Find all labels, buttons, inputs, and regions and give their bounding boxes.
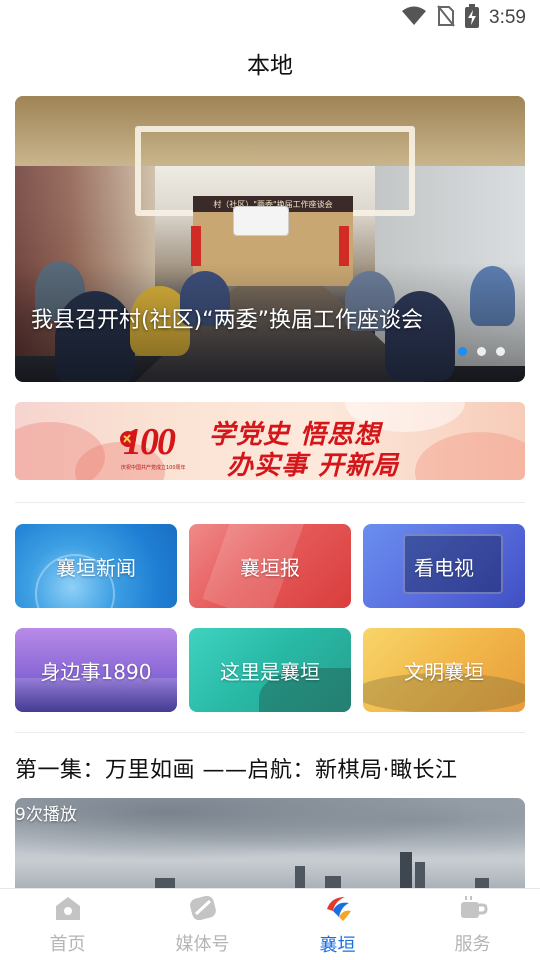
promo-line-2: 办实事 开新局 <box>227 451 400 480</box>
tile-label: 襄垣新闻 <box>56 555 136 580</box>
carousel-dot-2[interactable] <box>477 347 486 356</box>
tile-this-is-xiangyuan[interactable]: 这里是襄垣 <box>189 628 351 712</box>
wifi-icon <box>401 6 427 30</box>
tile-label: 身边事1890 <box>40 659 152 684</box>
banner-title[interactable]: 我县召开村(社区)“两委”换届工作座谈会 <box>31 302 423 334</box>
tile-label: 看电视 <box>414 555 474 580</box>
divider <box>15 502 525 503</box>
tab-xiangyuan[interactable]: 襄垣 <box>270 889 405 960</box>
xiangyuan-logo-icon <box>323 893 353 927</box>
carousel-dot-1[interactable] <box>458 347 467 356</box>
status-time: 3:59 <box>489 7 526 28</box>
video-title[interactable]: 第一集：万里如画 ——启航：新棋局·瞰长江 <box>15 752 458 784</box>
page-title: 本地 <box>247 53 293 79</box>
no-sim-icon <box>437 5 455 31</box>
tab-label: 媒体号 <box>175 933 230 955</box>
carousel-indicator <box>458 347 505 356</box>
play-count: 9次播放 <box>15 805 77 825</box>
tile-xiangyuan-paper[interactable]: 襄垣报 <box>189 524 351 608</box>
tile-label: 文明襄垣 <box>404 659 484 684</box>
tab-label: 服务 <box>454 933 491 955</box>
tab-label: 首页 <box>49 933 86 955</box>
flag-left <box>191 226 201 266</box>
tab-media[interactable]: 媒体号 <box>135 889 270 960</box>
tile-watch-tv[interactable]: 看电视 <box>363 524 525 608</box>
carousel-dot-3[interactable] <box>496 347 505 356</box>
status-bar: 3:59 <box>0 0 540 36</box>
tab-home[interactable]: 首页 <box>0 889 135 960</box>
promo-100-badge: 100 <box>123 421 176 463</box>
flag-right <box>339 226 349 266</box>
promo-subtitle: 庆祝中国共产党成立100周年 <box>121 465 186 471</box>
banner-carousel[interactable]: 村（社区）"两委"换届工作座谈会 我县召开村(社区)“两委”换届工作座谈会 <box>15 96 525 382</box>
tile-label: 襄垣报 <box>240 555 300 580</box>
battery-charging-icon <box>465 4 480 32</box>
banner-photo-projector <box>233 206 289 236</box>
tile-local-events-1890[interactable]: 身边事1890 <box>15 628 177 712</box>
home-icon <box>53 894 83 926</box>
cup-icon <box>458 894 488 926</box>
video-thumbnail[interactable] <box>15 798 525 888</box>
tile-civilized-xiangyuan[interactable]: 文明襄垣 <box>363 628 525 712</box>
page-header: 本地 <box>0 36 540 90</box>
tile-xiangyuan-news[interactable]: 襄垣新闻 <box>15 524 177 608</box>
party-history-banner[interactable]: 100 庆祝中国共产党成立100周年 学党史 悟思想 办实事 开新局 <box>15 402 525 480</box>
bottom-tab-bar: 首页 媒体号 襄垣 服务 <box>0 888 540 960</box>
tab-label: 襄垣 <box>319 934 356 956</box>
tab-service[interactable]: 服务 <box>405 889 540 960</box>
media-icon <box>188 894 218 926</box>
tile-label: 这里是襄垣 <box>220 659 320 684</box>
divider <box>15 732 525 733</box>
